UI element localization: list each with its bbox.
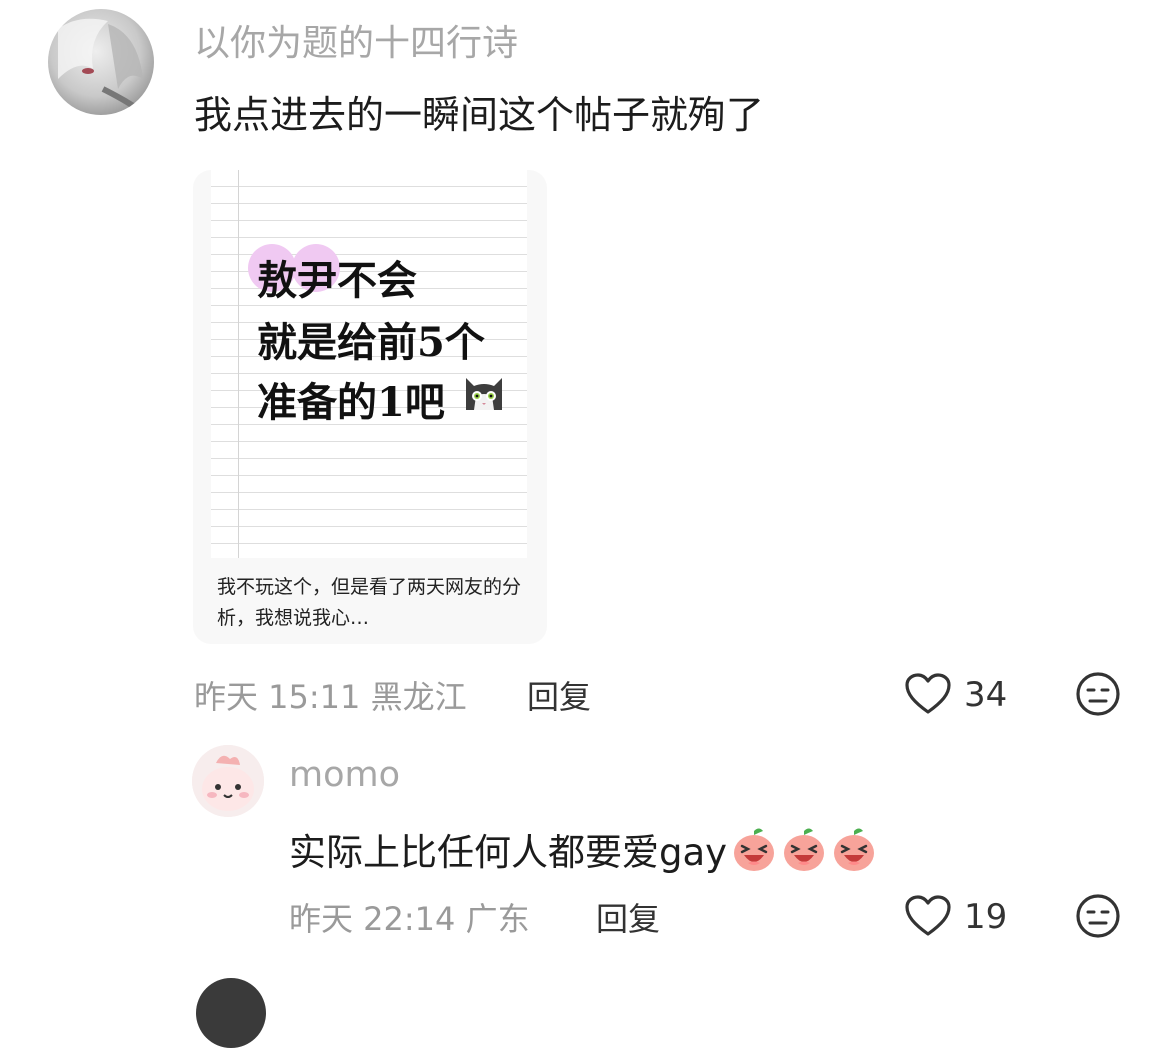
post-preview-card[interactable]: 敖尹不会 就是给前5个 准备的1吧 我不玩这个，但是看了两天网友的分析，我想说我… — [193, 170, 547, 644]
heart-icon[interactable] — [904, 672, 952, 716]
avatar[interactable] — [48, 9, 154, 115]
card-headline-line-1: 敖尹不会 — [257, 257, 417, 304]
reply-button[interactable]: 回复 — [596, 894, 660, 940]
reply-button[interactable]: 回复 — [527, 672, 591, 718]
reply-text-line: 实际上比任何人都要爱gay — [289, 822, 877, 876]
peach-laugh-emoji-icon — [734, 828, 775, 871]
notebook-paper: 敖尹不会 就是给前5个 准备的1吧 — [211, 170, 527, 558]
heart-icon[interactable] — [904, 894, 952, 938]
dislike-face-icon[interactable] — [1074, 670, 1122, 718]
dislike-face-icon[interactable] — [1074, 892, 1122, 940]
comment-meta: 昨天 15:11 黑龙江 — [194, 672, 467, 718]
cat-emoji-icon — [466, 378, 502, 410]
next-comment-avatar[interactable] — [196, 978, 266, 1048]
reply-meta: 昨天 22:14 广东 — [289, 894, 530, 940]
reply-text: 实际上比任何人都要爱gay — [289, 831, 728, 874]
card-snippet: 我不玩这个，但是看了两天网友的分析，我想说我心… — [217, 576, 522, 629]
reply-location: 广东 — [465, 900, 530, 938]
like-count: 34 — [964, 675, 1008, 715]
like-count: 19 — [964, 897, 1008, 937]
card-headline-line-3: 准备的1吧 — [257, 379, 445, 426]
peach-laugh-emoji-icon — [784, 828, 825, 871]
comment-time: 昨天 15:11 — [194, 678, 361, 716]
reply-avatar[interactable] — [192, 745, 264, 817]
comment-text: 我点进去的一瞬间这个帖子就殉了 — [194, 93, 765, 137]
reply-time: 昨天 22:14 — [289, 900, 456, 938]
margin-line — [238, 170, 239, 558]
peach-laugh-emoji-icon — [834, 828, 875, 871]
reply-username[interactable]: momo — [289, 755, 400, 795]
card-headline-line-2: 就是给前5个 — [257, 319, 485, 366]
comment-location: 黑龙江 — [370, 678, 467, 716]
comment-username[interactable]: 以你为题的十四行诗 — [194, 14, 518, 66]
